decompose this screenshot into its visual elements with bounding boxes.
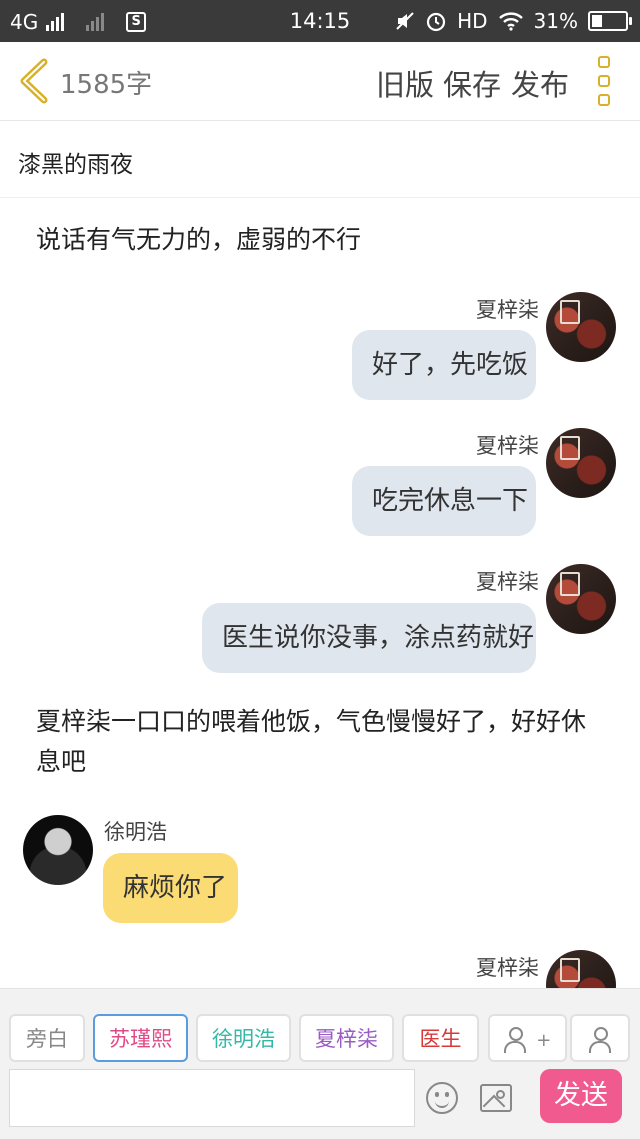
battery-label: 31%	[533, 9, 578, 33]
image-icon[interactable]	[480, 1084, 512, 1112]
role-button-narrator[interactable]: 旁白	[9, 1014, 85, 1062]
message-bubble[interactable]: 吃完休息一下	[352, 466, 536, 536]
avatar[interactable]	[23, 815, 93, 885]
role-manage-button[interactable]	[570, 1014, 630, 1062]
message-bubble[interactable]: 麻烦你了	[103, 853, 238, 923]
word-count: 1585字	[60, 70, 153, 100]
message-bubble[interactable]: 好了，先吃饭	[352, 330, 536, 400]
back-chevron-icon[interactable]	[16, 58, 52, 104]
narration-1: 说话有气无力的，虚弱的不行	[36, 225, 362, 254]
role-button-sujinxi[interactable]: 苏瑾熙	[93, 1014, 188, 1062]
publish-button[interactable]: 发布	[511, 62, 569, 104]
story-title: 漆黑的雨夜	[18, 152, 133, 178]
avatar[interactable]	[546, 292, 616, 362]
sender-name: 夏梓柒	[476, 298, 539, 322]
send-button[interactable]: 发送	[540, 1069, 622, 1123]
input-bar: 旁白 苏瑾熙 徐明浩 夏梓柒 医生 + 发送	[0, 988, 640, 1139]
sender-name: 夏梓柒	[476, 434, 539, 458]
person-icon	[589, 1027, 611, 1053]
mute-icon	[396, 12, 414, 30]
person-icon	[503, 1027, 526, 1053]
hd-label: HD	[457, 9, 488, 33]
sender-name: 徐明浩	[104, 820, 167, 844]
add-role-button[interactable]: +	[488, 1014, 567, 1062]
message-bubble[interactable]: 医生说你没事，涂点药就好	[202, 603, 536, 673]
narration-2: 夏梓柒一口口的喂着他饭，气色慢慢好了，好好休息吧	[36, 707, 587, 776]
story-title-row[interactable]: 漆黑的雨夜	[0, 121, 640, 198]
sender-name: 夏梓柒	[476, 956, 539, 980]
status-bar: 4G S 14:15 HD 31%	[0, 0, 640, 42]
message-input[interactable]	[9, 1069, 415, 1127]
more-menu-icon[interactable]	[598, 56, 614, 106]
role-button-xuminghao[interactable]: 徐明浩	[196, 1014, 291, 1062]
plus-label: +	[536, 1030, 552, 1051]
emoji-icon[interactable]	[426, 1082, 458, 1114]
save-button[interactable]: 保存	[443, 62, 501, 104]
avatar[interactable]	[546, 950, 616, 988]
alarm-icon	[426, 12, 446, 32]
role-button-doctor[interactable]: 医生	[402, 1014, 479, 1062]
role-button-xiaziqi[interactable]: 夏梓柒	[299, 1014, 394, 1062]
old-version-button[interactable]: 旧版	[376, 62, 434, 104]
sender-name: 夏梓柒	[476, 570, 539, 594]
wifi-icon	[498, 12, 523, 31]
avatar[interactable]	[546, 428, 616, 498]
chat-area[interactable]: 说话有气无力的，虚弱的不行 夏梓柒 好了，先吃饭 夏梓柒 吃完休息一下 夏梓柒 …	[0, 198, 640, 988]
battery-icon	[588, 11, 632, 31]
avatar[interactable]	[546, 564, 616, 634]
app-header: 1585字 旧版 保存 发布	[0, 42, 640, 121]
